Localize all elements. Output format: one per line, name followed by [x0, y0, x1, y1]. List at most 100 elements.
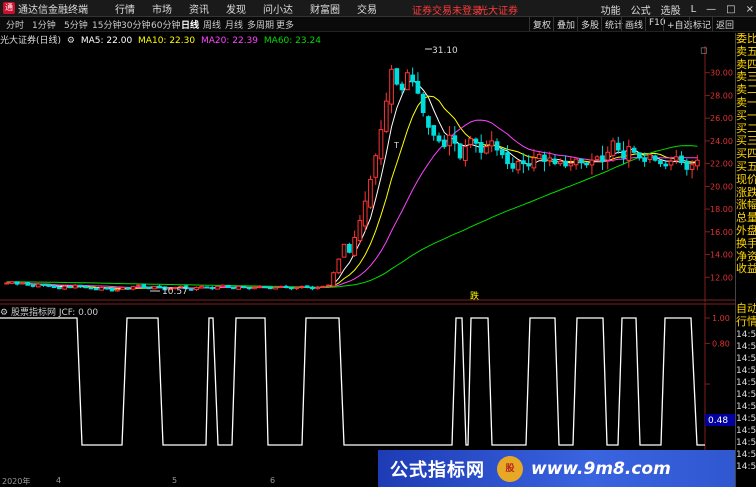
- layout-button[interactable]: L: [691, 4, 697, 15]
- candle-body: [542, 154, 547, 162]
- low-price-annotation: 10.57: [162, 287, 188, 297]
- tab-60min[interactable]: 60分钟: [151, 18, 180, 31]
- candle-body: [289, 287, 294, 290]
- candle-body: [383, 100, 389, 132]
- tick-time: 14:5: [736, 389, 756, 400]
- stock-pick-menu[interactable]: 选股: [661, 2, 681, 17]
- tab-30min[interactable]: 30分钟: [121, 18, 150, 31]
- candle-body: [621, 150, 626, 159]
- candle-body: [679, 155, 684, 163]
- auto-label[interactable]: 自动: [736, 302, 756, 316]
- quote-label[interactable]: 行情: [736, 315, 756, 329]
- candle-body: [41, 283, 46, 286]
- candle-body: [215, 285, 220, 290]
- candle-body: [146, 286, 152, 290]
- tick-time: 14:5: [736, 437, 756, 448]
- candle-body: [194, 287, 199, 291]
- adjust-button[interactable]: 复权: [529, 17, 554, 31]
- candle-body: [220, 284, 226, 288]
- candle-body: [310, 286, 315, 290]
- candle-body: [35, 283, 41, 288]
- tick-time: 14:5: [736, 401, 756, 412]
- mark-button[interactable]: 标记: [689, 17, 714, 31]
- candle-body: [615, 142, 621, 151]
- candle-body: [605, 151, 611, 161]
- candle-body: [468, 138, 473, 145]
- candle-body: [352, 237, 357, 256]
- price-tick-label: 12.00: [710, 273, 733, 282]
- quote-fields: 委比 卖五 卖四 卖三 卖二 卖一 买一 买二 买三 买四 买五 现价 涨跌 涨幅 总量 外盘 换手 净资 收益: [736, 33, 756, 276]
- candle-body: [14, 281, 20, 285]
- candle-body: [88, 287, 94, 290]
- candle-body: [57, 286, 62, 290]
- maximize-icon[interactable]: □: [726, 4, 735, 15]
- broker-name[interactable]: 光大证券: [478, 2, 518, 17]
- candle-body: [547, 157, 553, 162]
- back-button[interactable]: 返回: [712, 17, 737, 31]
- tick-time: 14:5: [736, 461, 756, 472]
- collapse-icon[interactable]: ◻: [700, 46, 707, 56]
- t-mark: T: [393, 141, 399, 150]
- title-bar: 通 通达信金融终端 行情 市场 资讯 发现 问小达 财富圈 交易 证券交易未登录…: [0, 0, 756, 17]
- candle-body: [78, 284, 83, 287]
- candle-body: [99, 287, 104, 291]
- candle-body: [188, 288, 194, 291]
- tab-multi-period[interactable]: 多周期: [247, 18, 274, 31]
- candle-body: [399, 83, 405, 91]
- formula-menu[interactable]: 公式: [631, 2, 651, 17]
- tab-weekly[interactable]: 周线: [203, 18, 221, 31]
- candle-body: [568, 163, 574, 167]
- tick-time: 14:5: [736, 377, 756, 388]
- candle-body: [463, 146, 468, 161]
- price-chart[interactable]: 30.00 28.00 26.00 24.00 22.00 20.00 18.00 16.00…: [0, 46, 735, 302]
- candle-body: [51, 285, 57, 289]
- month-label: 4: [56, 476, 62, 485]
- close-icon[interactable]: ×: [746, 4, 754, 15]
- tick-time: 14:5: [736, 413, 756, 424]
- candle-body: [484, 146, 489, 154]
- candle-body: [315, 287, 321, 290]
- candle-body: [204, 286, 210, 289]
- settings-icon[interactable]: ⚙: [67, 36, 75, 46]
- overlay-button[interactable]: 叠加: [553, 17, 578, 31]
- tick-time: 14:5: [736, 341, 756, 352]
- candle-body: [347, 243, 352, 253]
- candle-body: [373, 155, 379, 178]
- multi-stock-button[interactable]: 多股: [577, 17, 602, 31]
- menu-ask[interactable]: 问小达: [263, 1, 293, 16]
- menu-news[interactable]: 资讯: [189, 1, 209, 16]
- candle-body: [431, 125, 437, 136]
- price-tick-label: 24.00: [710, 137, 733, 146]
- tab-monthly[interactable]: 月线: [225, 18, 243, 31]
- candle-body: [594, 156, 600, 160]
- candle-body: [589, 159, 595, 166]
- tab-intraday[interactable]: 分时: [6, 18, 24, 31]
- candle-body: [652, 155, 658, 161]
- minimize-icon[interactable]: —: [706, 4, 716, 15]
- candle-body: [294, 287, 299, 289]
- ma20-label: MA20: 22.39: [200, 36, 259, 46]
- indicator-tick-label: 1.00: [712, 314, 730, 323]
- candle-body: [72, 284, 78, 289]
- tab-5min[interactable]: 5分钟: [64, 18, 88, 31]
- watermark-url: www.9m8.com: [531, 458, 671, 479]
- menu-quotes[interactable]: 行情: [115, 1, 135, 16]
- candle-body: [610, 140, 616, 157]
- function-menu[interactable]: 功能: [601, 2, 621, 17]
- menu-discover[interactable]: 发现: [226, 1, 246, 16]
- stock-label: 光大证券(日线): [0, 36, 62, 46]
- tab-more[interactable]: 更多: [276, 18, 294, 31]
- tab-15min[interactable]: 15分钟: [92, 18, 121, 31]
- draw-button[interactable]: 画线: [621, 17, 646, 31]
- login-notice[interactable]: 证券交易未登录: [412, 2, 482, 17]
- tab-1min[interactable]: 1分钟: [32, 18, 56, 31]
- menu-trade[interactable]: 交易: [357, 1, 377, 16]
- quote-field-label: 买一: [736, 108, 756, 122]
- candle-body: [436, 135, 442, 142]
- menu-market[interactable]: 市场: [152, 1, 172, 16]
- coin-logo-icon: 股: [497, 455, 523, 482]
- menu-wealth[interactable]: 财富圈: [310, 1, 340, 16]
- candle-body: [415, 80, 421, 94]
- tab-daily[interactable]: 日线: [181, 18, 199, 31]
- candle-body: [273, 287, 278, 290]
